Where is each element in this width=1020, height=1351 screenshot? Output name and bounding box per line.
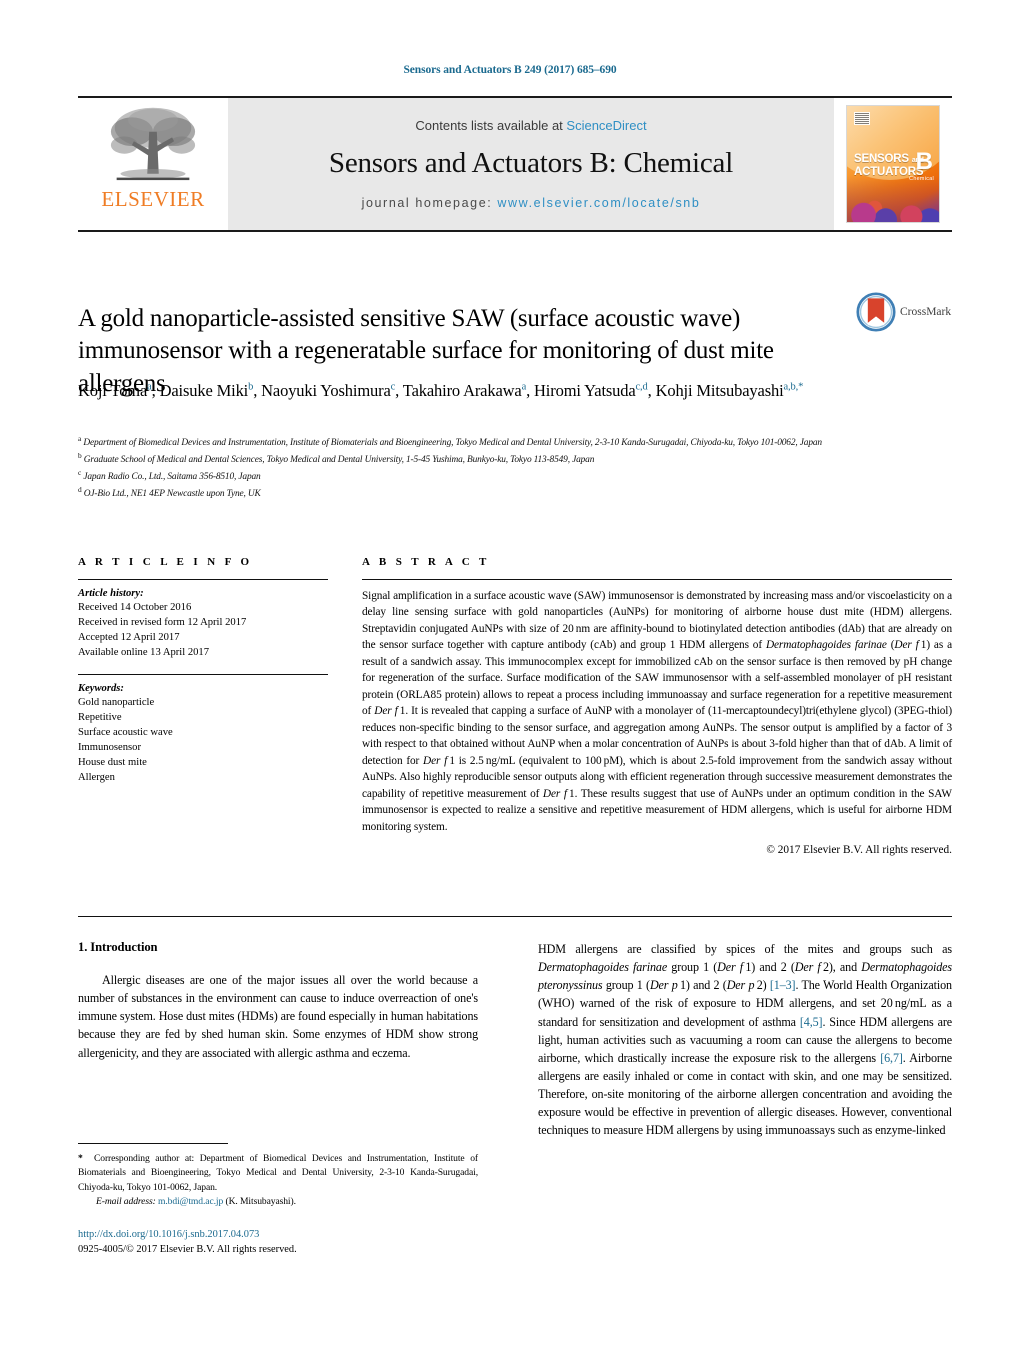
affiliation-item: d OJ-Bio Ltd., NE1 4EP Newcastle upon Ty…: [78, 485, 908, 502]
cover-volume-sub: Chemical: [909, 176, 934, 182]
footnote-block: * Corresponding author at: Department of…: [78, 1152, 478, 1210]
abstract-body: Signal amplification in a surface acoust…: [362, 590, 952, 833]
article-info-divider: [78, 579, 328, 580]
author-list: Koji Tomaa, Daisuke Mikib, Naoyuki Yoshi…: [78, 381, 804, 400]
keyword-item: Gold nanoparticle: [78, 697, 155, 709]
homepage-prefix: journal homepage:: [361, 196, 498, 210]
journal-cover-thumbnail: SENSORS and ACTUATORS B Chemical: [834, 98, 952, 230]
article-history-item: Accepted 12 April 2017: [78, 632, 180, 644]
keyword-item: Surface acoustic wave: [78, 727, 173, 739]
article-info-heading: A R T I C L E I N F O: [78, 556, 253, 568]
affiliation-list: a Department of Biomedical Devices and I…: [78, 434, 908, 502]
affiliation-item: a Department of Biomedical Devices and I…: [78, 434, 908, 451]
contents-prefix: Contents lists available at: [415, 118, 567, 133]
elsevier-tree-icon: [110, 107, 196, 181]
journal-masthead: ELSEVIER Contents lists available at Sci…: [78, 96, 952, 232]
intro-paragraph-left: Allergic diseases are one of the major i…: [78, 973, 478, 1060]
affiliation-item: c Japan Radio Co., Ltd., Saitama 356-851…: [78, 468, 908, 485]
intro-paragraph-right: HDM allergens are classified by spices o…: [538, 942, 952, 1138]
section-heading-introduction: 1. Introduction: [78, 940, 158, 954]
affiliation-mark: b: [78, 451, 82, 461]
sciencedirect-link[interactable]: ScienceDirect: [566, 118, 646, 133]
keywords-label: Keywords:: [78, 683, 124, 695]
paper-page: Sensors and Actuators B 249 (2017) 685–6…: [0, 0, 1020, 1351]
cover-line1: SENSORS and: [854, 153, 924, 165]
email-owner: (K. Mitsubayashi).: [225, 1196, 296, 1208]
affiliation-mark: c: [78, 468, 82, 478]
journal-cover-image: SENSORS and ACTUATORS B Chemical: [846, 105, 940, 223]
article-history-item: Available online 13 April 2017: [78, 647, 210, 659]
article-history-item: Received in revised form 12 April 2017: [78, 617, 247, 629]
affiliation-item: b Graduate School of Medical and Dental …: [78, 451, 908, 468]
affiliation-text: Japan Radio Co., Ltd., Saitama 356-8510,…: [83, 472, 261, 483]
journal-homepage-line: journal homepage: www.elsevier.com/locat…: [362, 196, 701, 210]
abstract-heading: A B S T R A C T: [362, 556, 490, 568]
homepage-url-link[interactable]: www.elsevier.com/locate/snb: [497, 196, 700, 210]
keyword-item: Repetitive: [78, 712, 122, 724]
footnote-divider: [78, 1143, 228, 1144]
cover-splash-decoration: [847, 175, 939, 222]
keywords-divider: [78, 674, 328, 676]
body-column-right: HDM allergens are classified by spices o…: [538, 940, 952, 1140]
doi-link[interactable]: http://dx.doi.org/10.1016/j.snb.2017.04.…: [78, 1227, 478, 1242]
running-head: Sensors and Actuators B 249 (2017) 685–6…: [403, 64, 617, 76]
elsevier-wordmark: ELSEVIER: [101, 187, 205, 211]
elsevier-logo: ELSEVIER: [78, 98, 228, 230]
cover-elsevier-mark-icon: [854, 112, 870, 125]
crossmark-label: CrossMark: [900, 306, 952, 318]
keyword-item: Allergen: [78, 772, 115, 784]
email-note: E-mail address: m.bdi@tmd.ac.jp (K. Mits…: [78, 1195, 478, 1209]
article-history-item: Received 14 October 2016: [78, 602, 192, 613]
cover-line1-text: SENSORS: [854, 153, 909, 165]
article-history-label: Article history:: [78, 588, 144, 599]
affiliation-mark: d: [78, 485, 82, 495]
journal-band: Contents lists available at ScienceDirec…: [228, 98, 834, 230]
abstract-divider: [362, 579, 952, 580]
email-link[interactable]: m.bdi@tmd.ac.jp: [158, 1196, 223, 1207]
affiliation-text: Department of Biomedical Devices and Ins…: [83, 438, 822, 449]
issn-copyright-line: 0925-4005/© 2017 Elsevier B.V. All right…: [78, 1244, 297, 1256]
journal-title: Sensors and Actuators B: Chemical: [328, 147, 734, 179]
body-divider: [78, 916, 952, 917]
keyword-item: Immunosensor: [78, 742, 141, 754]
keyword-item: House dust mite: [78, 757, 147, 769]
doi-block: http://dx.doi.org/10.1016/j.snb.2017.04.…: [78, 1227, 478, 1257]
email-label: E-mail address:: [96, 1196, 156, 1208]
affiliation-mark: a: [78, 434, 82, 443]
affiliation-text: OJ-Bio Ltd., NE1 4EP Newcastle upon Tyne…: [83, 489, 261, 500]
article-info-panel: A R T I C L E I N F O Article history: R…: [78, 556, 328, 785]
abstract-copyright: © 2017 Elsevier B.V. All rights reserved…: [766, 844, 952, 857]
cover-volume-letter: B: [915, 148, 933, 175]
contents-available-line: Contents lists available at ScienceDirec…: [415, 118, 646, 133]
body-column-left: 1. Introduction Allergic diseases are on…: [78, 940, 478, 1062]
affiliation-text: Graduate School of Medical and Dental Sc…: [83, 455, 595, 466]
crossmark-icon: [856, 292, 896, 332]
abstract-panel: A B S T R A C T Signal amplification in …: [362, 556, 952, 856]
crossmark-badge[interactable]: CrossMark: [856, 290, 956, 334]
corresponding-author-note: * Corresponding author at: Department of…: [78, 1153, 478, 1193]
